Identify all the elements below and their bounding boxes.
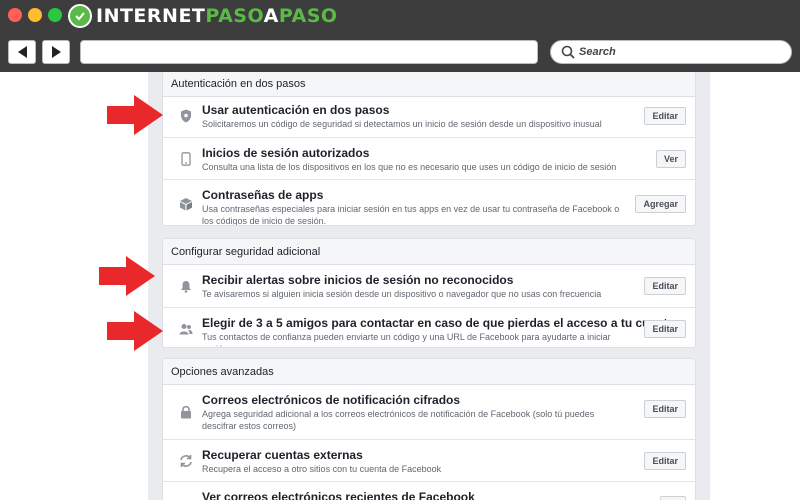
two-step-section: Autenticación en dos pasos Usar autentic… <box>162 72 696 226</box>
setting-description: Solicitaremos un código de seguridad si … <box>202 119 602 129</box>
address-bar[interactable] <box>80 40 538 64</box>
back-arrow-icon <box>17 46 27 58</box>
setting-row-recover-accounts[interactable]: Recuperar cuentas externas Recupera el a… <box>163 439 695 481</box>
red-arrow-icon <box>99 256 155 296</box>
setting-title: Recibir alertas sobre inicios de sesión … <box>202 273 514 287</box>
red-arrow-icon <box>107 311 163 351</box>
section-header: Configurar seguridad adicional <box>163 239 695 265</box>
refresh-icon <box>179 454 193 468</box>
section-header: Opciones avanzadas <box>163 359 695 385</box>
setting-description: Usa contraseñas especiales para iniciar … <box>202 204 620 226</box>
forward-arrow-icon <box>51 46 61 58</box>
advanced-options-section: Opciones avanzadas Correos electrónicos … <box>162 358 696 500</box>
page-content: Autenticación en dos pasos Usar autentic… <box>0 72 800 500</box>
edit-button[interactable] <box>660 496 686 500</box>
setting-title: Correos electrónicos de notificación cif… <box>202 393 461 407</box>
friends-icon <box>179 322 193 336</box>
site-logo: INTERNETPASOAPASO <box>68 3 338 29</box>
setting-row-trusted-contacts[interactable]: Elegir de 3 a 5 amigos para contactar en… <box>163 307 695 347</box>
extra-security-section: Configurar seguridad adicional Recibir a… <box>162 238 696 348</box>
forward-button[interactable] <box>42 40 70 64</box>
edit-button[interactable]: Editar <box>644 320 686 338</box>
setting-title: Inicios de sesión autorizados <box>202 146 370 160</box>
setting-title: Elegir de 3 a 5 amigos para contactar en… <box>202 316 675 330</box>
setting-description: Consulta una lista de los dispositivos e… <box>202 162 617 172</box>
setting-title: Recuperar cuentas externas <box>202 448 363 462</box>
shield-icon <box>179 109 193 123</box>
edit-button[interactable]: Editar <box>644 400 686 418</box>
edit-button[interactable]: Editar <box>644 452 686 470</box>
setting-description: Agrega seguridad adicional a los correos… <box>202 409 595 431</box>
edit-button[interactable]: Editar <box>644 107 686 125</box>
search-label: Search <box>579 46 616 58</box>
red-arrow-icon <box>107 95 163 135</box>
setting-title: Usar autenticación en dos pasos <box>202 103 390 117</box>
setting-row-encrypted-emails[interactable]: Correos electrónicos de notificación cif… <box>163 385 695 439</box>
setting-row-authorized-logins[interactable]: Inicios de sesión autorizados Consulta u… <box>163 137 695 179</box>
maximize-window-button[interactable] <box>48 8 62 22</box>
setting-description: Recupera el acceso a otro sitios con tu … <box>202 464 442 474</box>
lock-icon <box>179 405 193 419</box>
setting-row-recent-emails[interactable]: Ver correos electrónicos recientes de Fa… <box>163 481 695 500</box>
setting-row-app-passwords[interactable]: Contraseñas de apps Usa contraseñas espe… <box>163 179 695 226</box>
bell-icon <box>179 279 193 293</box>
settings-column: Autenticación en dos pasos Usar autentic… <box>148 72 710 500</box>
setting-description: Tus contactos de confianza pueden enviar… <box>202 332 611 347</box>
section-header: Autenticación en dos pasos <box>163 72 695 97</box>
view-button[interactable]: Ver <box>655 150 686 168</box>
search-box[interactable]: Search <box>550 40 792 64</box>
logo-text: INTERNETPASOAPASO <box>96 5 338 27</box>
search-icon <box>561 45 575 59</box>
close-window-button[interactable] <box>8 8 22 22</box>
add-button[interactable]: Agregar <box>635 195 686 213</box>
logo-badge-icon <box>68 4 92 28</box>
edit-button[interactable]: Editar <box>644 277 686 295</box>
minimize-window-button[interactable] <box>28 8 42 22</box>
cube-icon <box>179 197 193 211</box>
setting-title: Contraseñas de apps <box>202 188 324 202</box>
setting-description: Te avisaremos si alguien inicia sesión d… <box>202 289 602 299</box>
setting-title: Ver correos electrónicos recientes de Fa… <box>202 490 475 500</box>
phone-icon <box>179 152 193 166</box>
back-button[interactable] <box>8 40 36 64</box>
setting-row-login-alerts[interactable]: Recibir alertas sobre inicios de sesión … <box>163 265 695 307</box>
setting-row-two-step[interactable]: Usar autenticación en dos pasos Solicita… <box>163 95 695 137</box>
browser-chrome: INTERNETPASOAPASO Search <box>0 0 800 72</box>
